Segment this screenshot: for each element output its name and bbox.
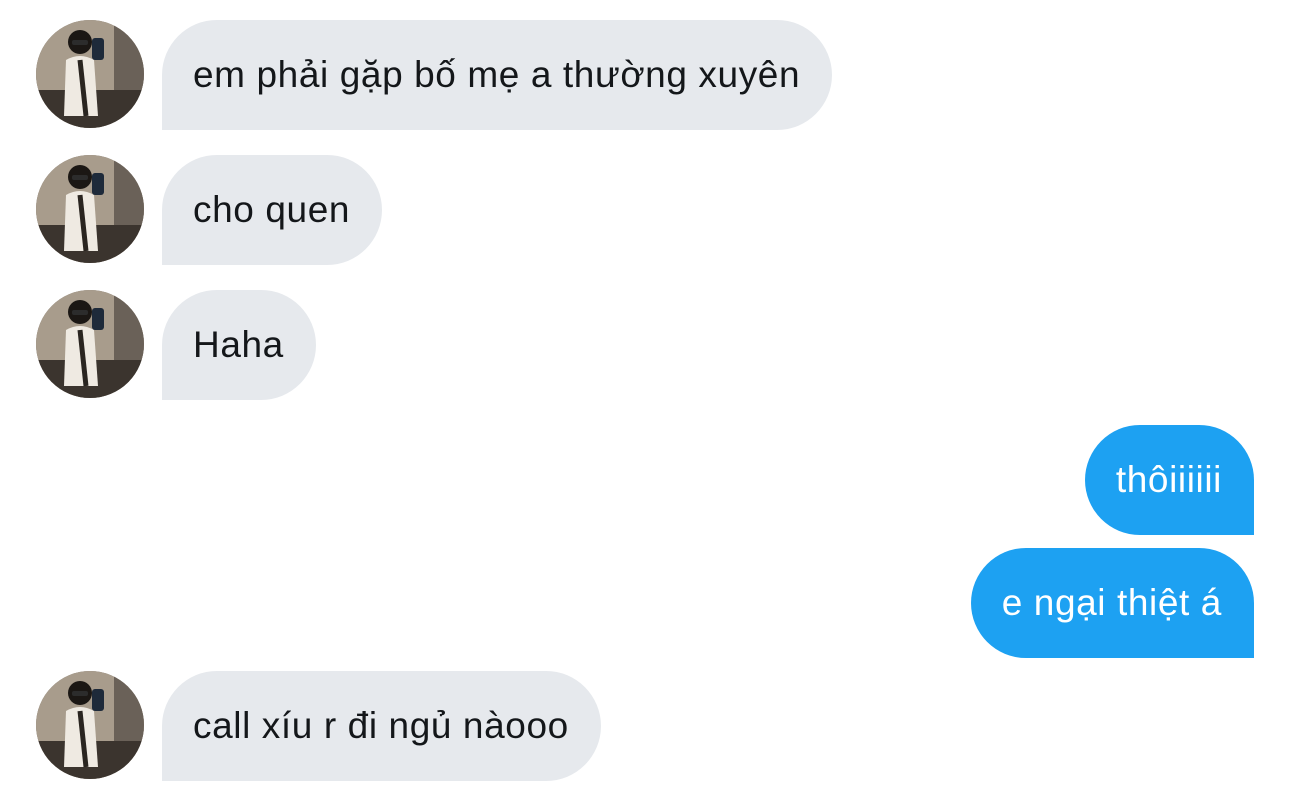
message-row-incoming: cho quen xyxy=(0,155,1290,265)
message-bubble-incoming[interactable]: Haha xyxy=(162,290,316,400)
avatar[interactable] xyxy=(36,20,144,128)
avatar-photo-icon xyxy=(36,155,144,263)
message-thread: em phải gặp bố mẹ a thường xuyên cho que… xyxy=(0,0,1290,801)
avatar[interactable] xyxy=(36,671,144,779)
message-bubble-incoming[interactable]: call xíu r đi ngủ nàooo xyxy=(162,671,601,781)
avatar-photo-icon xyxy=(36,671,144,779)
message-bubble-incoming[interactable]: em phải gặp bố mẹ a thường xuyên xyxy=(162,20,833,130)
message-bubble-outgoing[interactable]: thôiiiiii xyxy=(1084,425,1254,535)
message-row-incoming: em phải gặp bố mẹ a thường xuyên xyxy=(0,20,1290,130)
message-row-outgoing: e ngại thiệt á xyxy=(0,548,1290,658)
message-row-incoming: Haha xyxy=(0,290,1290,400)
message-bubble-outgoing[interactable]: e ngại thiệt á xyxy=(970,548,1254,658)
avatar-photo-icon xyxy=(36,20,144,128)
message-row-outgoing: thôiiiiii xyxy=(0,425,1290,535)
avatar[interactable] xyxy=(36,155,144,263)
message-bubble-incoming[interactable]: cho quen xyxy=(162,155,383,265)
avatar[interactable] xyxy=(36,290,144,398)
avatar-photo-icon xyxy=(36,290,144,398)
message-row-incoming: call xíu r đi ngủ nàooo xyxy=(0,671,1290,781)
